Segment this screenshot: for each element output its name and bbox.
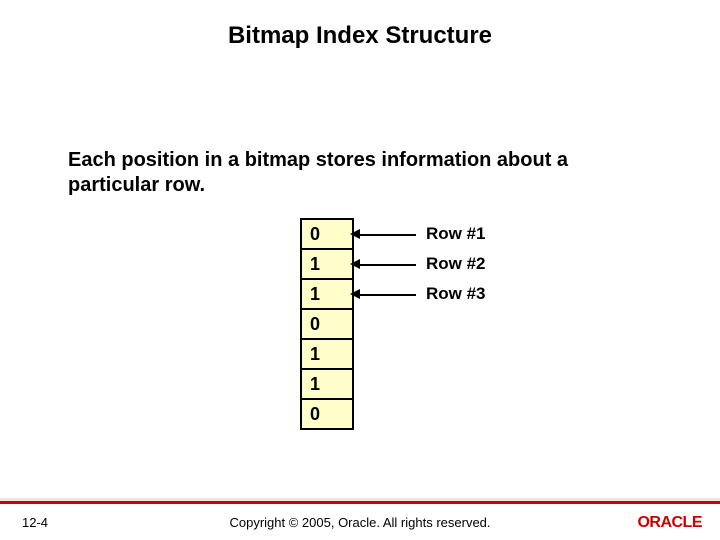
slide-title: Bitmap Index Structure	[0, 0, 720, 50]
arrow-line-icon	[356, 294, 416, 296]
row-label: Row #2	[426, 254, 486, 274]
copyright-text: Copyright © 2005, Oracle. All rights res…	[0, 515, 720, 530]
cell-value: 0	[310, 224, 320, 245]
cell-value: 1	[310, 374, 320, 395]
bitmap-cell: 0	[300, 308, 354, 340]
bitmap-cell: 1	[300, 368, 354, 400]
arrow-line-icon	[356, 264, 416, 266]
arrow-line-icon	[356, 234, 416, 236]
bitmap-cell: 1	[300, 338, 354, 370]
footer: 12-4 Copyright © 2005, Oracle. All right…	[0, 498, 720, 540]
row-label: Row #1	[426, 224, 486, 244]
bitmap-cell: 1 Row #3	[300, 278, 354, 310]
body-text: Each position in a bitmap stores informa…	[68, 148, 648, 198]
footer-accent-icon	[0, 501, 720, 504]
cell-value: 0	[310, 314, 320, 335]
oracle-logo: ORACLE	[637, 514, 702, 532]
bitmap-diagram: 0 Row #1 1 Row #2 1 Row #3 0 1 1 0	[300, 218, 354, 430]
row-label: Row #3	[426, 284, 486, 304]
cell-value: 1	[310, 254, 320, 275]
cell-value: 0	[310, 404, 320, 425]
bitmap-cell: 0 Row #1	[300, 218, 354, 250]
bitmap-cell: 1 Row #2	[300, 248, 354, 280]
bitmap-cell: 0	[300, 398, 354, 430]
cell-value: 1	[310, 284, 320, 305]
cell-value: 1	[310, 344, 320, 365]
